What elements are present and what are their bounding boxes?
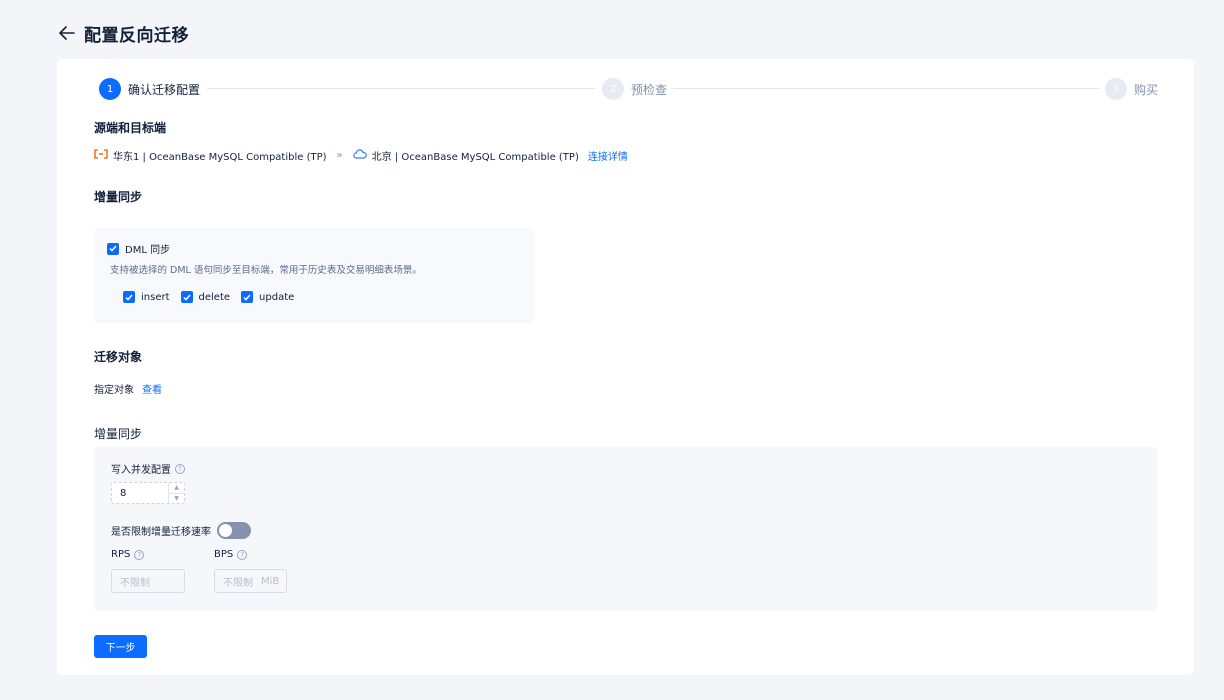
step-1-number: 1 bbox=[99, 78, 121, 100]
cloud-icon bbox=[352, 149, 367, 162]
dml-sync-panel: DML 同步 支持被选择的 DML 语句同步至目标端，常用于历史表及交易明细表场… bbox=[94, 228, 534, 323]
objects-row: 指定对象 查看 bbox=[94, 381, 162, 396]
step-2-label: 预检查 bbox=[631, 82, 668, 97]
dml-sync-description: 支持被选择的 DML 语句同步至目标端，常用于历史表及交易明细表场景。 bbox=[110, 265, 422, 276]
incremental-config-title: 增量同步 bbox=[94, 427, 143, 441]
objects-label: 指定对象 bbox=[94, 385, 134, 396]
source-db-icon bbox=[94, 149, 108, 162]
page-header: 配置反向迁移 bbox=[58, 20, 189, 46]
concurrency-stepper[interactable]: 8 ▲ ▼ bbox=[111, 482, 185, 504]
op-update: update bbox=[241, 291, 294, 303]
dml-sync-option: DML 同步 bbox=[107, 241, 170, 256]
dml-sync-label: DML 同步 bbox=[125, 245, 171, 256]
rate-limit-toggle[interactable] bbox=[217, 522, 251, 539]
concurrency-label: 写入并发配置 bbox=[111, 465, 171, 476]
step-3: 3 购买 bbox=[1105, 77, 1158, 101]
step-2-number: 2 bbox=[602, 78, 624, 100]
help-icon[interactable]: ? bbox=[134, 549, 145, 560]
bps-input[interactable]: 不限制 MiB bbox=[214, 569, 287, 593]
back-arrow-icon[interactable] bbox=[58, 24, 76, 42]
delete-label: delete bbox=[198, 291, 231, 303]
bps-label: BPS bbox=[214, 549, 234, 560]
update-label: update bbox=[259, 291, 295, 303]
step-2: 2 预检查 bbox=[602, 77, 667, 101]
connection-detail-link[interactable]: 连接详情 bbox=[588, 148, 628, 163]
arrow-separator: » bbox=[336, 150, 343, 161]
step-divider-1 bbox=[207, 88, 595, 89]
insert-label: insert bbox=[141, 291, 170, 303]
concurrency-value[interactable]: 8 bbox=[112, 488, 168, 499]
help-icon[interactable]: ? bbox=[175, 463, 185, 474]
step-1: 1 确认迁移配置 bbox=[99, 77, 200, 101]
incremental-sync-title: 增量同步 bbox=[94, 190, 143, 204]
rate-limit-row: 是否限制增量迁移速率 bbox=[111, 522, 251, 539]
page-title: 配置反向迁移 bbox=[84, 25, 189, 46]
migration-objects-title: 迁移对象 bbox=[94, 350, 143, 364]
source-target-title: 源端和目标端 bbox=[94, 121, 167, 135]
dml-operations: insert delete update bbox=[123, 291, 294, 303]
stepper-steps: 1 确认迁移配置 2 预检查 3 购买 bbox=[99, 77, 1158, 101]
rps-input[interactable]: 不限制 bbox=[111, 569, 185, 593]
incremental-config-panel: 写入并发配置 ? 8 ▲ ▼ 是否限制增量迁移速率 RPS ? BPS ? 不限… bbox=[94, 447, 1157, 611]
config-card: 1 确认迁移配置 2 预检查 3 购买 源端和目标端 华东1 | OceanBa… bbox=[57, 59, 1194, 675]
bps-label-row: BPS ? bbox=[214, 549, 248, 560]
update-checkbox[interactable] bbox=[241, 291, 254, 303]
step-3-label: 购买 bbox=[1134, 82, 1159, 97]
rps-label: RPS bbox=[111, 549, 131, 560]
endpoints-row: 华东1 | OceanBase MySQL Compatible (TP) » … bbox=[94, 148, 628, 163]
concurrency-label-row: 写入并发配置 ? bbox=[111, 461, 185, 476]
bps-unit: MiB bbox=[261, 575, 280, 587]
rps-placeholder: 不限制 bbox=[120, 577, 150, 589]
insert-checkbox[interactable] bbox=[123, 291, 135, 303]
rps-label-row: RPS ? bbox=[111, 549, 145, 560]
decrement-icon[interactable]: ▼ bbox=[169, 494, 184, 504]
target-endpoint: 北京 | OceanBase MySQL Compatible (TP) bbox=[371, 152, 579, 163]
delete-checkbox[interactable] bbox=[180, 291, 193, 303]
source-endpoint: 华东1 | OceanBase MySQL Compatible (TP) bbox=[113, 152, 327, 163]
bps-placeholder: 不限制 bbox=[223, 577, 253, 589]
step-divider-2 bbox=[673, 88, 1099, 89]
step-1-label: 确认迁移配置 bbox=[128, 82, 201, 97]
view-objects-link[interactable]: 查看 bbox=[142, 381, 162, 396]
rate-limit-label: 是否限制增量迁移速率 bbox=[111, 527, 211, 538]
dml-sync-checkbox[interactable] bbox=[107, 242, 119, 255]
step-3-number: 3 bbox=[1105, 78, 1127, 100]
help-icon[interactable]: ? bbox=[237, 549, 248, 560]
stepper-arrows: ▲ ▼ bbox=[168, 483, 184, 503]
op-insert: insert bbox=[123, 291, 170, 303]
op-delete: delete bbox=[180, 291, 231, 303]
increment-icon[interactable]: ▲ bbox=[169, 483, 184, 494]
next-step-button[interactable]: 下一步 bbox=[94, 635, 147, 658]
